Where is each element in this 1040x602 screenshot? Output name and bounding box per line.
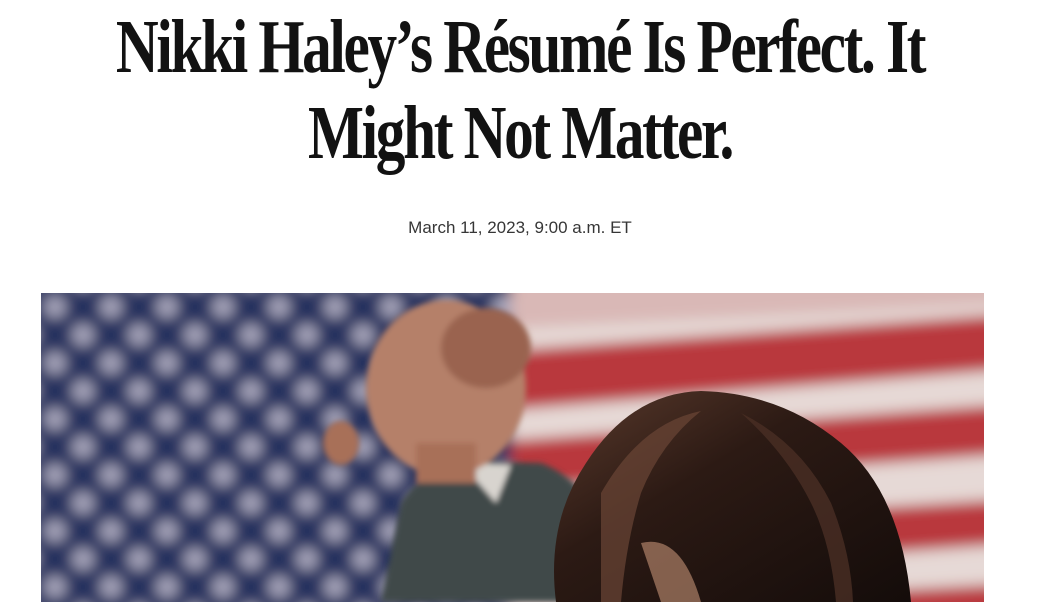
headline-line-1: Nikki Haley’s Résumé Is Perfect. It	[115, 5, 927, 89]
article-headline: Nikki Haley’s Résumé Is Perfect. It Migh…	[114, 4, 927, 176]
hero-photo-illustration	[41, 293, 984, 602]
headline-line-2: Might Not Matter.	[308, 91, 734, 175]
article-dateline: March 11, 2023, 9:00 a.m. ET	[408, 218, 632, 237]
hero-image	[41, 293, 984, 602]
